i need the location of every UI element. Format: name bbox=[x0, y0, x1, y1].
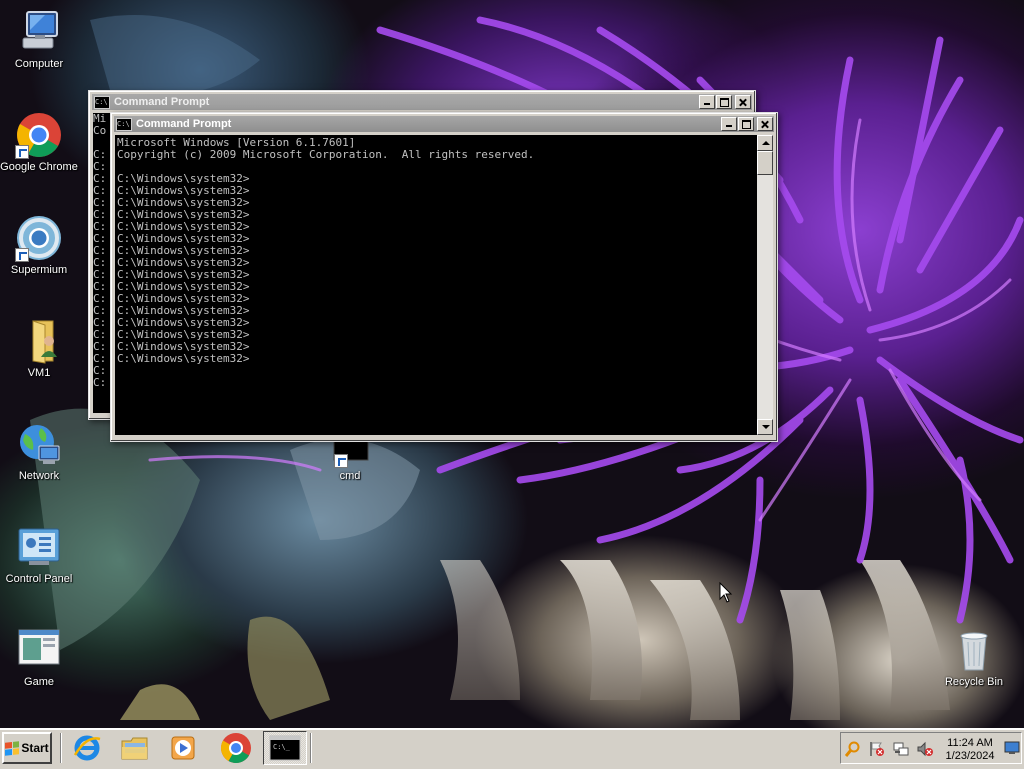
cmd-window-icon: C:\ bbox=[116, 117, 132, 131]
taskbar-explorer[interactable] bbox=[115, 731, 155, 765]
desktop-icon-label: Game bbox=[24, 676, 54, 688]
console-output[interactable]: Microsoft Windows [Version 6.1.7601] Copy… bbox=[115, 135, 757, 435]
console-line: C:\Windows\system32> bbox=[117, 352, 250, 365]
scroll-up-button[interactable] bbox=[757, 135, 773, 151]
shortcut-arrow-icon bbox=[15, 145, 29, 159]
desktop-icon-control-panel[interactable]: Control Panel bbox=[0, 523, 78, 586]
explorer-folder-icon bbox=[121, 737, 148, 760]
taskbar-internet-explorer[interactable] bbox=[67, 731, 107, 765]
network-tray-icon[interactable] bbox=[893, 741, 909, 757]
computer-icon bbox=[22, 11, 58, 49]
taskbar: Start C:\_ 11:24 AM 1/23/2024 bbox=[0, 728, 1024, 769]
flag-tray-icon[interactable] bbox=[869, 741, 885, 757]
minimize-button[interactable] bbox=[699, 95, 715, 109]
window-titlebar[interactable]: C:\ Command Prompt bbox=[92, 94, 752, 110]
desktop-icon-label: cmd bbox=[339, 470, 361, 482]
desktop-icon-label: VM1 bbox=[27, 367, 51, 379]
desktop-icon-label: Recycle Bin bbox=[944, 676, 1004, 688]
cmd-window-icon: C:\ bbox=[94, 95, 110, 109]
taskbar-media-player[interactable] bbox=[163, 731, 203, 765]
start-button[interactable]: Start bbox=[2, 732, 52, 764]
window-title: Command Prompt bbox=[136, 118, 232, 130]
system-tray: 11:24 AM 1/23/2024 bbox=[840, 732, 1022, 764]
vertical-scrollbar[interactable] bbox=[757, 135, 773, 435]
window-title: Command Prompt bbox=[114, 96, 210, 108]
media-player-icon bbox=[171, 736, 195, 760]
network-icon bbox=[20, 425, 60, 464]
desktop-icon-vm1[interactable]: VM1 bbox=[0, 317, 78, 380]
maximize-button[interactable] bbox=[716, 95, 732, 109]
desktop-icon-label: Network bbox=[18, 470, 60, 482]
search-tray-icon[interactable] bbox=[845, 741, 861, 757]
start-label: Start bbox=[21, 741, 49, 755]
minimize-button[interactable] bbox=[721, 117, 737, 131]
cmd-taskbar-icon: C:\_ bbox=[269, 735, 301, 761]
maximize-button[interactable] bbox=[738, 117, 754, 131]
desktop-icon-recycle-bin[interactable]: Recycle Bin bbox=[935, 626, 1013, 689]
scroll-down-button[interactable] bbox=[757, 419, 773, 435]
console-line: Copyright (c) 2009 Microsoft Corporation… bbox=[117, 148, 535, 161]
close-button[interactable] bbox=[757, 117, 773, 131]
mouse-cursor-icon bbox=[719, 582, 733, 603]
taskbar-cmd[interactable]: C:\_ bbox=[263, 731, 307, 765]
desktop-icon-label: Supermium bbox=[10, 264, 68, 276]
taskbar-separator bbox=[310, 733, 312, 763]
windows-flag-icon bbox=[5, 740, 20, 756]
clock[interactable]: 11:24 AM 1/23/2024 bbox=[941, 737, 999, 763]
control-panel-icon bbox=[18, 528, 60, 565]
folder-icon bbox=[32, 320, 57, 364]
recycle-bin-icon bbox=[960, 632, 988, 671]
shortcut-arrow-icon bbox=[15, 248, 29, 262]
desktop-icon-label: Control Panel bbox=[5, 573, 73, 585]
desktop-icon-network[interactable]: Network bbox=[0, 420, 78, 483]
shortcut-arrow-icon bbox=[334, 454, 348, 468]
volume-muted-icon[interactable] bbox=[917, 741, 933, 757]
chrome-taskbar-icon bbox=[220, 733, 251, 764]
svg-text:C:\_: C:\_ bbox=[273, 743, 291, 751]
desktop-icon-google-chrome[interactable]: Google Chrome bbox=[0, 111, 78, 174]
monitor-icon[interactable] bbox=[1004, 741, 1020, 755]
desktop-icon-supermium[interactable]: Supermium bbox=[0, 214, 78, 277]
scroll-thumb[interactable] bbox=[757, 151, 773, 175]
desktop-icon-game[interactable]: Game bbox=[0, 626, 78, 689]
game-icon bbox=[18, 629, 60, 665]
desktop-icon-computer[interactable]: Computer bbox=[0, 8, 78, 71]
desktop-icon-label: Computer bbox=[14, 58, 64, 70]
clock-date: 1/23/2024 bbox=[945, 750, 995, 762]
desktop-icon-label: Google Chrome bbox=[0, 161, 78, 173]
taskbar-chrome[interactable] bbox=[216, 731, 256, 765]
taskbar-separator bbox=[60, 733, 62, 763]
clock-time: 11:24 AM bbox=[947, 737, 993, 749]
window-titlebar[interactable]: C:\ Command Prompt bbox=[114, 116, 774, 132]
internet-explorer-icon bbox=[73, 735, 101, 761]
close-button[interactable] bbox=[735, 95, 751, 109]
command-prompt-window[interactable]: C:\ Command Prompt Microsoft Windows [Ve… bbox=[110, 112, 778, 442]
